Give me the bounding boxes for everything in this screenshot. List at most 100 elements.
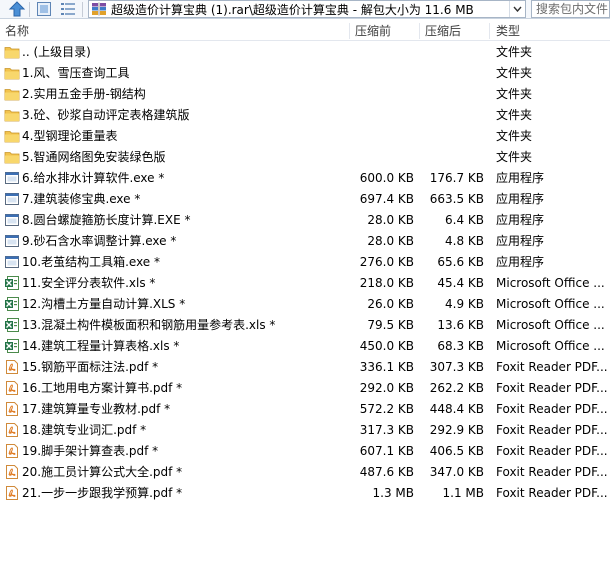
- file-compressed-size: 1.1 MB: [442, 486, 484, 500]
- file-packed-size: 276.0 KB: [359, 255, 414, 269]
- file-row[interactable]: 12.沟槽土方量自动计算.XLS * 26.0 KB 4.9 KB Microsoft…: [0, 294, 610, 315]
- file-type: Foxit Reader PDF...: [496, 381, 608, 395]
- column-divider[interactable]: [489, 23, 490, 39]
- file-compressed-size: 347.0 KB: [429, 465, 484, 479]
- application-icon: [4, 233, 20, 249]
- folder-icon: [4, 107, 20, 123]
- toolbar-divider: [29, 2, 30, 17]
- file-row[interactable]: 13.混凝土构件模板面积和钢筋用量参考表.xls * 79.5 KB 13.6 KB…: [0, 315, 610, 336]
- file-row[interactable]: 15.钢筋平面标注法.pdf * 336.1 KB 307.3 KB Foxit Re…: [0, 357, 610, 378]
- file-row[interactable]: 19.脚手架计算查表.pdf * 607.1 KB 406.5 KB Foxit Re…: [0, 441, 610, 462]
- file-type: Microsoft Office ...: [496, 297, 605, 311]
- file-row[interactable]: 1.风、雪压查询工具 文件夹: [0, 63, 610, 84]
- column-divider[interactable]: [349, 23, 350, 39]
- file-packed-size: 450.0 KB: [359, 339, 414, 353]
- file-compressed-size: 448.4 KB: [429, 402, 484, 416]
- file-type: Foxit Reader PDF...: [496, 402, 608, 416]
- file-compressed-size: 663.5 KB: [429, 192, 484, 206]
- view-large-icons-button[interactable]: [33, 0, 55, 18]
- column-type[interactable]: 类型: [496, 21, 520, 41]
- file-name: 13.混凝土构件模板面积和钢筋用量参考表.xls *: [22, 318, 276, 332]
- file-row[interactable]: 21.一步一步跟我学预算.pdf * 1.3 MB 1.1 MB Foxit Read…: [0, 483, 610, 504]
- file-type: 文件夹: [496, 45, 533, 59]
- file-name: .. (上级目录): [22, 45, 91, 59]
- file-row[interactable]: 8.圆台螺旋箍筋长度计算.EXE * 28.0 KB 6.4 KB 应用程序: [0, 210, 610, 231]
- file-name: 21.一步一步跟我学预算.pdf *: [22, 486, 183, 500]
- file-packed-size: 79.5 KB: [367, 318, 414, 332]
- file-packed-size: 28.0 KB: [367, 234, 414, 248]
- file-packed-size: 487.6 KB: [359, 465, 414, 479]
- address-dropdown-button[interactable]: [509, 1, 525, 17]
- file-type: 应用程序: [496, 255, 545, 269]
- file-row[interactable]: 16.工地用电方案计算书.pdf * 292.0 KB 262.2 KB Foxit …: [0, 378, 610, 399]
- column-name[interactable]: 名称: [5, 21, 29, 41]
- file-type: 文件夹: [496, 87, 533, 101]
- file-name: 2.实用五金手册-钢结构: [22, 87, 146, 101]
- file-row[interactable]: 5.智通网络图免安装绿色版 文件夹: [0, 147, 610, 168]
- file-packed-size: 336.1 KB: [359, 360, 414, 374]
- file-row[interactable]: 11.安全评分表软件.xls * 218.0 KB 45.4 KB Microsoft…: [0, 273, 610, 294]
- pdf-file-icon: [4, 380, 20, 396]
- file-compressed-size: 4.8 KB: [445, 234, 484, 248]
- file-type: 文件夹: [496, 66, 533, 80]
- file-compressed-size: 307.3 KB: [429, 360, 484, 374]
- file-type: Microsoft Office ...: [496, 276, 605, 290]
- file-name: 10.老茧结构工具箱.exe *: [22, 255, 161, 269]
- file-compressed-size: 262.2 KB: [429, 381, 484, 395]
- file-compressed-size: 65.6 KB: [437, 255, 484, 269]
- file-name: 20.施工员计算公式大全.pdf *: [22, 465, 183, 479]
- file-row[interactable]: 9.砂石含水率调整计算.exe * 28.0 KB 4.8 KB 应用程序: [0, 231, 610, 252]
- file-row[interactable]: 6.给水排水计算软件.exe * 600.0 KB 176.7 KB 应用程序: [0, 168, 610, 189]
- pdf-file-icon: [4, 443, 20, 459]
- address-bar[interactable]: 超级造价计算宝典 (1).rar\超级造价计算宝典 - 解包大小为 11.6 M…: [88, 0, 526, 18]
- file-row[interactable]: 14.建筑工程量计算表格.xls * 450.0 KB 68.3 KB Microso…: [0, 336, 610, 357]
- column-packed[interactable]: 压缩前: [355, 21, 391, 41]
- pdf-file-icon: [4, 401, 20, 417]
- toolbar: 超级造价计算宝典 (1).rar\超级造价计算宝典 - 解包大小为 11.6 M…: [0, 0, 610, 19]
- up-folder-button[interactable]: [6, 0, 28, 18]
- file-name: 11.安全评分表软件.xls *: [22, 276, 156, 290]
- file-packed-size: 572.2 KB: [359, 402, 414, 416]
- file-name: 12.沟槽土方量自动计算.XLS *: [22, 297, 186, 311]
- search-input[interactable]: [531, 0, 610, 18]
- address-path: 超级造价计算宝典 (1).rar\超级造价计算宝典 - 解包大小为 11.6 M…: [111, 2, 474, 17]
- file-row[interactable]: .. (上级目录) 文件夹: [0, 42, 610, 63]
- file-row[interactable]: 10.老茧结构工具箱.exe * 276.0 KB 65.6 KB 应用程序: [0, 252, 610, 273]
- folder-icon: [4, 86, 20, 102]
- file-compressed-size: 4.9 KB: [445, 297, 484, 311]
- large-icons-view-icon: [37, 2, 51, 16]
- file-type: Foxit Reader PDF...: [496, 423, 608, 437]
- column-divider[interactable]: [419, 23, 420, 39]
- file-row[interactable]: 7.建筑装修宝典.exe * 697.4 KB 663.5 KB 应用程序: [0, 189, 610, 210]
- file-packed-size: 26.0 KB: [367, 297, 414, 311]
- file-row[interactable]: 18.建筑专业词汇.pdf * 317.3 KB 292.9 KB Foxit Rea…: [0, 420, 610, 441]
- file-name: 7.建筑装修宝典.exe *: [22, 192, 141, 206]
- file-name: 14.建筑工程量计算表格.xls *: [22, 339, 180, 353]
- file-row[interactable]: 2.实用五金手册-钢结构 文件夹: [0, 84, 610, 105]
- application-icon: [4, 170, 20, 186]
- file-name: 18.建筑专业词汇.pdf *: [22, 423, 147, 437]
- file-type: Microsoft Office ...: [496, 318, 605, 332]
- pdf-file-icon: [4, 464, 20, 480]
- file-name: 6.给水排水计算软件.exe *: [22, 171, 165, 185]
- file-row[interactable]: 4.型钢理论重量表 文件夹: [0, 126, 610, 147]
- file-compressed-size: 45.4 KB: [437, 276, 484, 290]
- file-packed-size: 317.3 KB: [359, 423, 414, 437]
- file-name: 1.风、雪压查询工具: [22, 66, 130, 80]
- file-type: Foxit Reader PDF...: [496, 486, 608, 500]
- excel-file-icon: [4, 275, 20, 291]
- column-header: 名称 压缩前 压缩后 类型: [0, 21, 610, 41]
- file-type: 文件夹: [496, 150, 533, 164]
- file-row[interactable]: 17.建筑算量专业教材.pdf * 572.2 KB 448.4 KB Foxit R…: [0, 399, 610, 420]
- pdf-file-icon: [4, 422, 20, 438]
- file-packed-size: 600.0 KB: [359, 171, 414, 185]
- file-row[interactable]: 20.施工员计算公式大全.pdf * 487.6 KB 347.0 KB Foxit …: [0, 462, 610, 483]
- file-type: Foxit Reader PDF...: [496, 444, 608, 458]
- file-type: Microsoft Office ...: [496, 339, 605, 353]
- view-details-button[interactable]: [57, 0, 79, 18]
- file-list: .. (上级目录) 文件夹 1.风、雪压查询工具 文件夹 2.实用五金手册-钢结构 文件夹…: [0, 42, 610, 504]
- column-size[interactable]: 压缩后: [425, 21, 461, 41]
- file-row[interactable]: 3.砼、砂浆自动评定表格建筑版 文件夹: [0, 105, 610, 126]
- file-name: 4.型钢理论重量表: [22, 129, 118, 143]
- file-name: 9.砂石含水率调整计算.exe *: [22, 234, 177, 248]
